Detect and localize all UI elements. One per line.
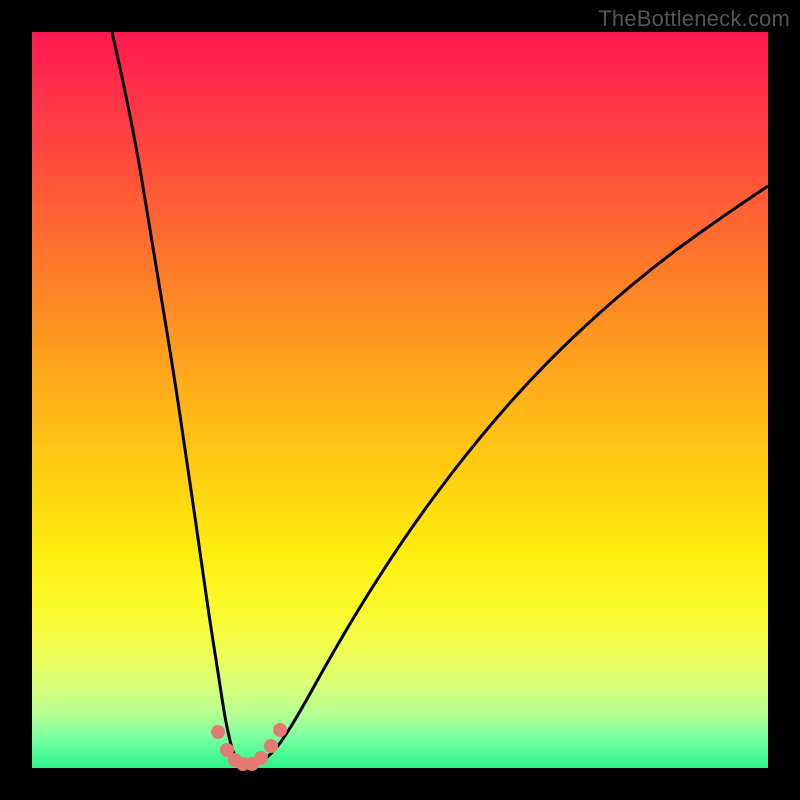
chart-marker	[273, 723, 287, 737]
chart-marker	[264, 739, 278, 753]
watermark-text: TheBottleneck.com	[598, 6, 790, 32]
chart-marker	[211, 725, 225, 739]
chart-markers	[32, 32, 768, 768]
chart-marker	[254, 751, 268, 765]
chart-plot-area	[32, 32, 768, 768]
